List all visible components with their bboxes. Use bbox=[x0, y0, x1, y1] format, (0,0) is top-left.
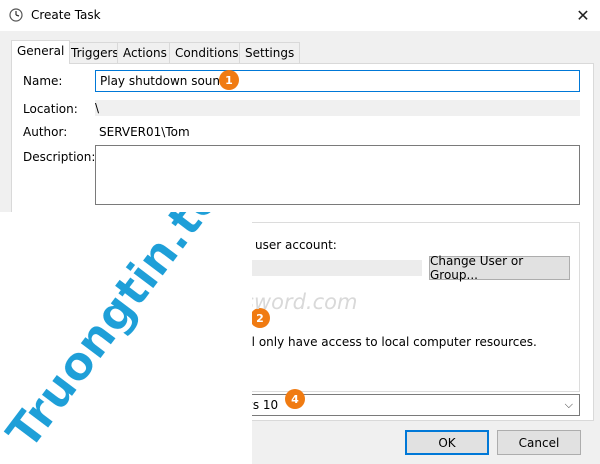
step-badge-4: 4 bbox=[285, 389, 305, 409]
location-value: \ bbox=[95, 100, 580, 116]
description-label: Description: bbox=[23, 150, 96, 164]
description-input[interactable] bbox=[95, 145, 580, 205]
author-label: Author: bbox=[23, 125, 68, 139]
chevron-down-icon: ⌵ bbox=[564, 398, 573, 411]
author-value: SERVER01\Tom bbox=[99, 125, 190, 139]
window-title: Create Task bbox=[31, 8, 101, 22]
name-input[interactable]: Play shutdown sound bbox=[95, 70, 580, 92]
title-bar: Create Task ✕ bbox=[0, 0, 600, 31]
tab-general[interactable]: General bbox=[11, 40, 71, 64]
ok-button[interactable]: OK bbox=[405, 430, 489, 455]
name-label: Name: bbox=[23, 74, 63, 88]
clock-task-icon bbox=[9, 8, 23, 22]
cancel-button[interactable]: Cancel bbox=[497, 430, 581, 455]
close-button[interactable]: ✕ bbox=[566, 0, 600, 31]
change-user-or-group-button[interactable]: Change User or Group... bbox=[429, 254, 570, 282]
user-account-label: user account: bbox=[255, 238, 337, 252]
tab-settings[interactable]: Settings bbox=[239, 42, 301, 63]
name-value: Play shutdown sound bbox=[100, 74, 228, 88]
soft-watermark: sword.com bbox=[243, 290, 358, 314]
truongtin-watermark: Truongtin.top bbox=[0, 212, 252, 464]
tab-actions[interactable]: Actions bbox=[117, 42, 173, 63]
user-account-field bbox=[250, 260, 422, 276]
location-label: Location: bbox=[23, 102, 78, 116]
local-resources-text: ill only have access to local computer r… bbox=[245, 335, 537, 349]
tab-conditions[interactable]: Conditions bbox=[169, 42, 245, 63]
tab-triggers[interactable]: Triggers bbox=[65, 42, 125, 63]
step-badge-1: 1 bbox=[219, 70, 239, 90]
close-icon: ✕ bbox=[576, 6, 590, 25]
